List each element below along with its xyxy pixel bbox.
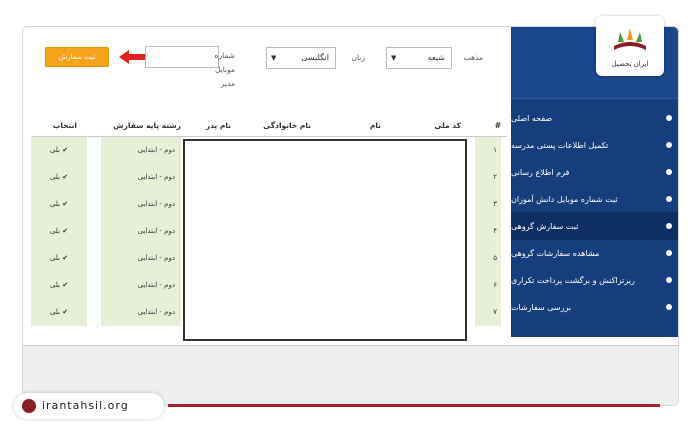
- sidebar-item-label: صفحه اصلی: [511, 113, 553, 123]
- header-national-code: کد ملی: [434, 121, 461, 130]
- row-grade: دوم - ابتدایی: [101, 164, 181, 191]
- bullet-icon: [666, 196, 672, 202]
- globe-icon: [22, 399, 36, 413]
- logo-text: ایران تحصیل: [611, 60, 649, 68]
- main-panel: ثبت سفارش شماره موبایل مدیر انگلیسی ▼ زب…: [23, 27, 511, 341]
- app-frame: ثبت سفارش شماره موبایل مدیر انگلیسی ▼ زب…: [22, 26, 679, 406]
- religion-select[interactable]: شیعه ▼: [386, 47, 452, 69]
- row-number: ۱: [475, 137, 501, 164]
- brand-logo: ایران تحصیل: [596, 16, 664, 76]
- language-select[interactable]: انگلیسی ▼: [266, 47, 336, 69]
- row-select[interactable]: ✔ بلی: [31, 272, 87, 299]
- header-last-name: نام خانوادگی: [263, 121, 311, 130]
- mobile-label-2: موبایل: [214, 65, 235, 74]
- row-select[interactable]: ✔ بلی: [31, 299, 87, 326]
- header-father-name: نام پدر: [205, 121, 231, 130]
- bullet-icon: [666, 115, 672, 121]
- sidebar-item-label: مشاهده سفارشات گروهی: [511, 248, 600, 258]
- mobile-label-1: شماره: [214, 51, 235, 60]
- sidebar-item-label: فرم اطلاع رسانی: [511, 167, 570, 177]
- footer-accent-line: [168, 404, 660, 407]
- header-select: انتخاب: [52, 121, 77, 130]
- row-grade: دوم - ابتدایی: [101, 218, 181, 245]
- sidebar-item-group-order[interactable]: ثبت سفارش گروهی: [511, 212, 678, 240]
- language-label: زبان: [351, 53, 365, 62]
- sidebar-item-school-post[interactable]: تکمیل اطلاعات پستی مدرسه: [511, 131, 678, 159]
- row-number: ۳: [475, 191, 501, 218]
- row-number: ۴: [475, 218, 501, 245]
- mobile-label-3: مدیر: [220, 79, 235, 88]
- row-select[interactable]: ✔ بلی: [31, 245, 87, 272]
- bullet-icon: [666, 277, 672, 283]
- header-number: #: [494, 121, 501, 130]
- language-value: انگلیسی: [301, 53, 329, 62]
- row-select[interactable]: ✔ بلی: [31, 218, 87, 245]
- blank-overlay-panel: [183, 139, 467, 341]
- row-grade: دوم - ابتدایی: [101, 272, 181, 299]
- site-url: irantahsil.org: [42, 399, 129, 412]
- sidebar-item-notice-form[interactable]: فرم اطلاع رسانی: [511, 158, 678, 186]
- row-grade: دوم - ابتدایی: [101, 137, 181, 164]
- sidebar-item-label: بررسی سفارشات: [511, 302, 572, 312]
- religion-label: مذهب: [463, 53, 483, 62]
- sidebar-item-label: ثبت شماره موبایل دانش آموزان: [511, 194, 618, 204]
- religion-value: شیعه: [427, 53, 445, 62]
- row-grade: دوم - ابتدایی: [101, 191, 181, 218]
- toolbar: ثبت سفارش شماره موبایل مدیر انگلیسی ▼ زب…: [23, 27, 511, 105]
- sidebar-item-home[interactable]: صفحه اصلی: [511, 104, 678, 132]
- sidebar-item-label: ثبت سفارش گروهی: [511, 221, 579, 231]
- book-logo-icon: [614, 28, 646, 50]
- sidebar-item-label: ریزتراکنش و برگشت پرداخت تکراری: [511, 275, 635, 285]
- site-badge: irantahsil.org: [14, 393, 164, 419]
- caret-down-icon: ▼: [271, 54, 277, 62]
- sidebar-item-student-mobile[interactable]: ثبت شماره موبایل دانش آموزان: [511, 185, 678, 213]
- row-select[interactable]: ✔ بلی: [31, 164, 87, 191]
- bullet-icon: [666, 169, 672, 175]
- bullet-icon: [666, 142, 672, 148]
- bullet-icon: [666, 250, 672, 256]
- row-number: ۲: [475, 164, 501, 191]
- row-grade: دوم - ابتدایی: [101, 245, 181, 272]
- sidebar-item-label: تکمیل اطلاعات پستی مدرسه: [511, 140, 609, 150]
- sidebar-item-view-orders[interactable]: مشاهده سفارشات گروهی: [511, 239, 678, 267]
- header-first-name: نام: [369, 121, 381, 130]
- row-number: ۷: [475, 299, 501, 326]
- row-select[interactable]: ✔ بلی: [31, 137, 87, 164]
- submit-order-button[interactable]: ثبت سفارش: [45, 47, 109, 67]
- bullet-icon: [666, 223, 672, 229]
- row-number: ۶: [475, 272, 501, 299]
- caret-down-icon: ▼: [391, 54, 397, 62]
- header-grade: رشته پایه سفارش: [113, 121, 181, 130]
- row-number: ۵: [475, 245, 501, 272]
- row-grade: دوم - ابتدایی: [101, 299, 181, 326]
- row-select[interactable]: ✔ بلی: [31, 191, 87, 218]
- sidebar-item-transactions[interactable]: ریزتراکنش و برگشت پرداخت تکراری: [511, 266, 678, 294]
- table-header: # کد ملی نام نام خانوادگی نام پدر رشته پ…: [31, 115, 507, 137]
- sidebar-item-review-orders[interactable]: بررسی سفارشات: [511, 293, 678, 321]
- red-arrow-icon: [119, 50, 145, 64]
- bullet-icon: [666, 304, 672, 310]
